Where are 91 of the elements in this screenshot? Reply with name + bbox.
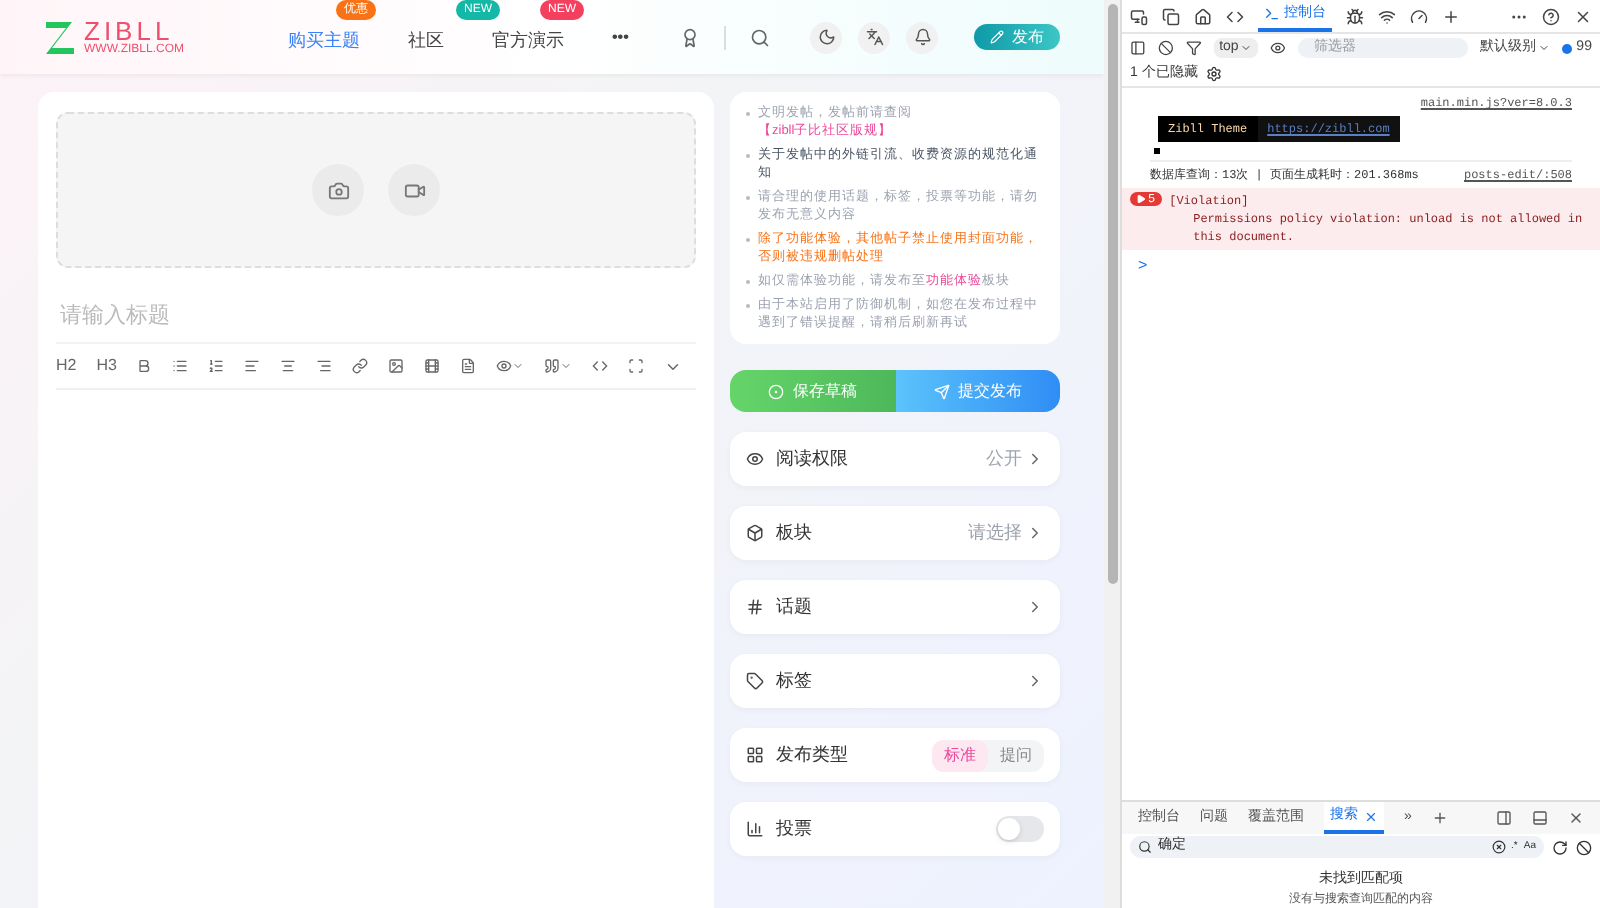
translate-icon (865, 28, 883, 46)
logo-icon (44, 19, 76, 55)
quote-dropdown-icon[interactable] (544, 358, 573, 374)
pencil-icon (990, 30, 1004, 44)
setting-value: 请选择 (968, 519, 1022, 546)
setting-label: 话题 (776, 593, 812, 620)
setting-icon (746, 820, 764, 838)
eye-icon[interactable] (1270, 40, 1287, 56)
terminal-icon (1264, 6, 1280, 22)
close-tab-icon (1364, 809, 1378, 823)
setting-icon (746, 672, 764, 690)
inspect-icon[interactable] (1162, 7, 1180, 25)
setting-label: 投票 (776, 815, 812, 842)
toolbar-icon[interactable] (388, 358, 405, 374)
clear-search-icon[interactable] (1491, 840, 1506, 854)
code-icon[interactable] (592, 358, 609, 374)
camera-icon[interactable] (312, 164, 364, 216)
setting-icon (746, 450, 764, 468)
toolbar-icon[interactable] (244, 358, 261, 374)
wifi-icon[interactable] (1378, 7, 1396, 25)
vote-toggle[interactable] (996, 816, 1044, 842)
translate-button[interactable] (858, 21, 890, 53)
caret-icon (1240, 42, 1253, 54)
add-icon[interactable] (1442, 7, 1460, 25)
fullscreen-icon[interactable] (628, 358, 645, 374)
setting-card[interactable]: 标签 (730, 654, 1060, 708)
award-icon[interactable] (680, 27, 700, 47)
setting-card[interactable]: 投票 (730, 802, 1060, 856)
console-prompt[interactable]: > (1122, 250, 1600, 282)
close-icon[interactable] (1574, 7, 1592, 25)
video-icon[interactable] (388, 164, 440, 216)
setting-icon (746, 598, 764, 616)
nav-link[interactable]: 官方演示 (492, 29, 564, 49)
chevron-icon (1026, 598, 1044, 616)
toolbar-icon[interactable] (460, 358, 477, 374)
scrollbar[interactable] (1104, 0, 1120, 908)
more-menu[interactable]: ••• (612, 25, 629, 49)
clear-icon[interactable] (1157, 40, 1174, 56)
toolbar-icon[interactable] (424, 358, 441, 374)
gauge-icon[interactable] (1410, 7, 1428, 25)
search-icon (1138, 840, 1152, 854)
toolbar-icon[interactable] (352, 358, 369, 374)
send-icon (933, 383, 950, 399)
clear-results-icon[interactable] (1576, 839, 1592, 855)
toolbar-icon[interactable] (172, 358, 189, 374)
save-icon (768, 383, 785, 399)
dock-icon[interactable] (1496, 810, 1512, 826)
toolbar-icon[interactable] (280, 358, 297, 374)
nav-link[interactable]: 社区 (408, 29, 444, 49)
setting-label: 板块 (776, 519, 812, 546)
settings-icon[interactable] (1205, 66, 1222, 82)
device-icon[interactable] (1130, 7, 1148, 25)
chevron-icon (1026, 450, 1044, 468)
caret-icon (1538, 42, 1551, 54)
setting-label: 发布类型 (776, 741, 848, 768)
moon-icon (817, 28, 835, 46)
setting-card[interactable]: 板块 请选择 (730, 506, 1060, 560)
close-drawer-icon[interactable] (1568, 810, 1584, 826)
help-icon[interactable] (1542, 7, 1560, 25)
bell-icon (913, 28, 931, 46)
setting-label: 标签 (776, 667, 812, 694)
refresh-icon[interactable] (1552, 839, 1568, 855)
chevron-icon (1026, 672, 1044, 690)
chevron-icon (1026, 524, 1044, 542)
toolbar-icon[interactable] (208, 358, 225, 374)
dark-mode-button[interactable] (810, 21, 842, 53)
logo-text: ZIBLL (84, 18, 174, 44)
setting-label: 阅读权限 (776, 445, 848, 472)
nav-link[interactable]: 购买主题 (288, 29, 360, 49)
add-tab-icon[interactable] (1431, 810, 1448, 826)
setting-card[interactable]: 阅读权限 公开 (730, 432, 1060, 486)
search-icon[interactable] (750, 27, 770, 47)
toolbar-icon[interactable] (316, 358, 333, 374)
filter-icon[interactable] (1185, 40, 1202, 56)
elements-icon[interactable] (1226, 7, 1244, 25)
title-input[interactable]: 请输入标题 (56, 288, 696, 344)
log-marker (1154, 148, 1160, 154)
eye-dropdown-icon[interactable] (496, 358, 525, 374)
setting-icon (746, 746, 764, 764)
play-icon (1136, 194, 1146, 204)
heading-button[interactable]: H2 (56, 354, 77, 378)
toolbar-icon[interactable] (136, 358, 153, 374)
heading-button[interactable]: H3 (96, 354, 117, 378)
undock-icon[interactable] (1532, 810, 1548, 826)
sidebar-icon[interactable] (1130, 40, 1146, 56)
setting-icon (746, 524, 764, 542)
setting-value: 公开 (986, 445, 1022, 472)
home-icon[interactable] (1194, 7, 1212, 25)
bug-icon[interactable] (1346, 7, 1364, 25)
notification-button[interactable] (906, 21, 938, 53)
setting-card[interactable]: 话题 (730, 580, 1060, 634)
